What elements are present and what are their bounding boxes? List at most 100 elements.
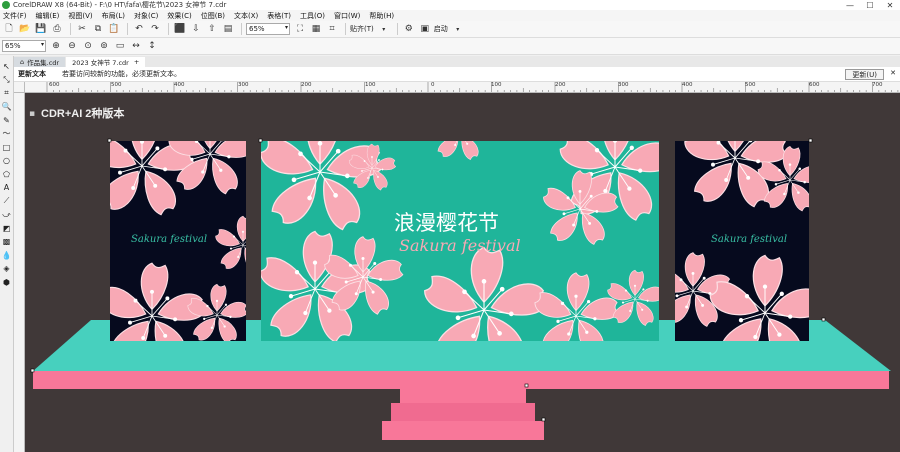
- zoom-page-width-icon[interactable]: ↔: [129, 39, 143, 53]
- color-eyedropper-tool-icon[interactable]: 💧: [1, 249, 13, 261]
- coreldraw-logo-icon: [2, 1, 10, 9]
- gear-icon[interactable]: ⚙: [402, 22, 416, 36]
- ruler-origin[interactable]: [14, 82, 25, 93]
- artwork-caption: CDR+AI 2种版本: [41, 106, 124, 120]
- ruler-label: 300: [618, 82, 629, 88]
- stage-step-bottom[interactable]: [382, 421, 544, 440]
- full-screen-icon[interactable]: ⛶: [293, 22, 307, 36]
- menu-effects[interactable]: 效果(C): [167, 11, 191, 21]
- pick-tool-icon[interactable]: ↖: [1, 60, 13, 72]
- publish-pdf-icon[interactable]: ▤: [221, 22, 235, 36]
- close-button[interactable]: ✕: [880, 0, 900, 10]
- show-grid-icon[interactable]: ⌗: [325, 22, 339, 36]
- menu-bar: 文件(F) 编辑(E) 视图(V) 布局(L) 对象(C) 效果(C) 位图(B…: [0, 10, 900, 21]
- transparency-tool-icon[interactable]: ▩: [1, 236, 13, 248]
- menu-table[interactable]: 表格(T): [267, 11, 291, 21]
- ruler-label: 600: [809, 82, 820, 88]
- zoom-page-height-icon[interactable]: ↕: [145, 39, 159, 53]
- festival-title: 浪漫樱花节: [394, 211, 499, 235]
- text-tool-icon[interactable]: A: [1, 182, 13, 194]
- new-document-icon[interactable]: 🗋: [2, 22, 16, 36]
- paste-icon[interactable]: 📋: [107, 22, 121, 36]
- menu-file[interactable]: 文件(F): [3, 11, 27, 21]
- zoom-page-icon[interactable]: ▭: [113, 39, 127, 53]
- ruler-label: 500: [111, 82, 122, 88]
- ellipse-tool-icon[interactable]: ○: [1, 155, 13, 167]
- connector-tool-icon[interactable]: ⤻: [1, 209, 13, 221]
- minimize-button[interactable]: —: [840, 0, 860, 10]
- zoom-in-icon[interactable]: ⊕: [49, 39, 63, 53]
- cut-icon[interactable]: ✂: [75, 22, 89, 36]
- import-icon[interactable]: ⇩: [189, 22, 203, 36]
- drop-shadow-tool-icon[interactable]: ◩: [1, 222, 13, 234]
- open-folder-icon[interactable]: 📂: [18, 22, 32, 36]
- menu-layout[interactable]: 布局(L): [102, 11, 125, 21]
- artistic-media-tool-icon[interactable]: 〜: [1, 128, 13, 140]
- zoom-all-objects-icon[interactable]: ⊚: [97, 39, 111, 53]
- left-panel[interactable]: Sakura festival: [88, 111, 273, 368]
- save-icon[interactable]: 💾: [34, 22, 48, 36]
- home-icon: ⌂: [20, 58, 25, 66]
- menu-view[interactable]: 视图(V): [68, 11, 92, 21]
- show-rulers-icon[interactable]: ▦: [309, 22, 323, 36]
- horizontal-ruler[interactable]: 600 500 400 300 200 100 0 100 200 300 40…: [25, 82, 900, 93]
- parallel-dimension-tool-icon[interactable]: ⟋: [1, 195, 13, 207]
- right-script-text: Sakura festival: [711, 234, 787, 245]
- drawing-canvas[interactable]: ▪ CDR+AI 2种版本 Sakura festival 浪漫樱花节 Saku…: [25, 93, 900, 452]
- ruler-label: 400: [174, 82, 185, 88]
- add-tab-icon[interactable]: +: [134, 58, 139, 66]
- property-bar: 65% ▾ ⊕ ⊖ ⊙ ⊚ ▭ ↔ ↕: [0, 38, 900, 55]
- polygon-tool-icon[interactable]: ⬠: [1, 168, 13, 180]
- menu-help[interactable]: 帮助(H): [369, 11, 394, 21]
- update-button[interactable]: 更新(U): [845, 69, 884, 80]
- print-icon[interactable]: ⎙: [50, 22, 64, 36]
- menu-bitmaps[interactable]: 位图(B): [201, 11, 225, 21]
- application-launcher-icon[interactable]: ▣: [418, 22, 432, 36]
- property-zoom-select[interactable]: 65% ▾: [2, 40, 46, 52]
- zoom-level-select[interactable]: 65% ▾: [246, 23, 290, 35]
- ruler-label: 200: [555, 82, 566, 88]
- zoom-tool-icon[interactable]: 🔍: [1, 101, 13, 113]
- shape-tool-icon[interactable]: ⤡: [1, 74, 13, 86]
- smart-fill-tool-icon[interactable]: ⬢: [1, 276, 13, 288]
- ruler-label: 100: [491, 82, 502, 88]
- chevron-down-icon: ▾: [40, 41, 44, 48]
- ruler-label: 500: [745, 82, 756, 88]
- crop-tool-icon[interactable]: ⌗: [1, 87, 13, 99]
- vertical-ruler[interactable]: [14, 93, 25, 452]
- menu-text[interactable]: 文本(X): [234, 11, 258, 21]
- tab-current-document[interactable]: 2023 女神节 7.cdr +: [66, 57, 146, 67]
- interactive-fill-tool-icon[interactable]: ◈: [1, 263, 13, 275]
- stage-artwork[interactable]: ▪ CDR+AI 2种版本 Sakura festival 浪漫樱花节 Saku…: [25, 93, 900, 452]
- menu-window[interactable]: 窗口(W): [334, 11, 360, 21]
- notice-title: 更新文本: [18, 70, 46, 78]
- zoom-selected-icon[interactable]: ⊙: [81, 39, 95, 53]
- tab-portfolio[interactable]: ⌂ 作品集.cdr: [14, 57, 66, 67]
- close-notice-icon[interactable]: ✕: [890, 69, 896, 77]
- caption-marker-icon: ▪: [29, 109, 35, 119]
- center-panel[interactable]: 浪漫樱花节 Sakura festival: [257, 104, 676, 371]
- undo-icon[interactable]: ↶: [132, 22, 146, 36]
- ruler-label: 100: [365, 82, 376, 88]
- stage-step-middle[interactable]: [391, 403, 535, 421]
- snap-to-menu[interactable]: 贴齐(T): [350, 24, 374, 34]
- freehand-tool-icon[interactable]: ✎: [1, 114, 13, 126]
- right-panel[interactable]: Sakura festival: [654, 105, 825, 370]
- ruler-label: 700: [872, 82, 883, 88]
- copy-icon[interactable]: ⧉: [91, 22, 105, 36]
- document-tabs: ⌂ 作品集.cdr 2023 女神节 7.cdr +: [14, 56, 900, 67]
- search-content-icon[interactable]: ⬛: [173, 22, 187, 36]
- menu-object[interactable]: 对象(C): [134, 11, 158, 21]
- stage-step-top[interactable]: [400, 386, 526, 403]
- maximize-button[interactable]: ☐: [860, 0, 880, 10]
- menu-tools[interactable]: 工具(O): [300, 11, 325, 21]
- launch-menu[interactable]: 启动: [434, 24, 448, 34]
- update-notice-bar: 更新文本 若要访问较新的功能，必须更新文本。 更新(U) ✕: [14, 67, 900, 82]
- menu-edit[interactable]: 编辑(E): [36, 11, 60, 21]
- title-bar: CorelDRAW X8 (64-Bit) - F:\0 HT\fafa\樱花节…: [0, 0, 900, 10]
- export-icon[interactable]: ⇧: [205, 22, 219, 36]
- ruler-label: 400: [682, 82, 693, 88]
- zoom-out-icon[interactable]: ⊖: [65, 39, 79, 53]
- rectangle-tool-icon[interactable]: □: [1, 141, 13, 153]
- redo-icon[interactable]: ↷: [148, 22, 162, 36]
